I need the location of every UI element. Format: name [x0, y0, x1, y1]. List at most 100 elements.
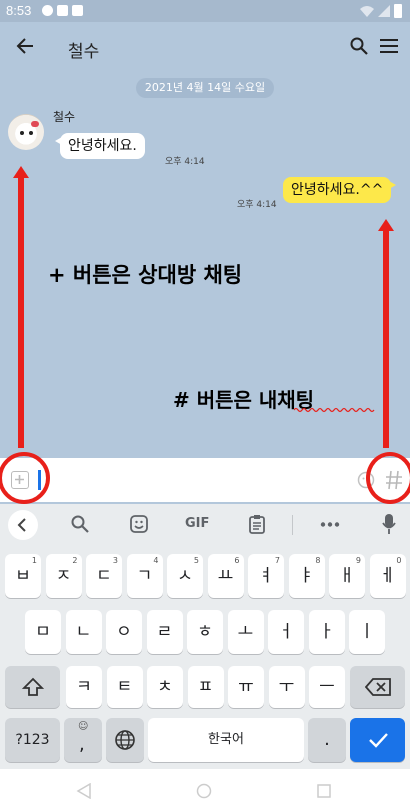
key-label: ㅜ — [278, 677, 295, 697]
incoming-timestamp: 오후 4:14 — [165, 157, 205, 167]
space-key[interactable]: 한국어 — [148, 718, 304, 762]
key-label: ㅇ — [116, 622, 132, 642]
navigation-bar — [0, 769, 410, 811]
key-number-hint: 6 — [234, 556, 240, 565]
letter-key[interactable]: ㅕ7 — [248, 554, 284, 598]
letter-key[interactable]: ㅎ — [187, 610, 223, 654]
more-options-icon[interactable] — [320, 522, 340, 527]
recents-nav-icon[interactable] — [316, 783, 332, 799]
chat-title: 철수 — [68, 42, 100, 62]
backspace-icon — [364, 678, 391, 696]
key-label: ㅕ — [258, 566, 274, 586]
key-label: ㅅ — [177, 566, 193, 586]
key-label: ㅗ — [237, 622, 254, 642]
key-label: ㅈ — [55, 566, 72, 586]
letter-key[interactable]: ㅏ — [308, 610, 345, 654]
avatar-eye — [20, 131, 24, 135]
search-icon[interactable] — [71, 515, 89, 533]
collapse-toolbar-button[interactable] — [8, 510, 38, 540]
key-number-hint: 7 — [274, 556, 280, 565]
period-key[interactable]: . — [308, 718, 346, 762]
key-label: ㄱ — [136, 566, 153, 586]
sdcard-icon — [72, 5, 83, 16]
comma-key[interactable]: ☺ , — [64, 718, 102, 762]
letter-key[interactable]: ㅜ — [268, 666, 305, 708]
shift-key[interactable] — [5, 666, 60, 708]
key-label: ㄷ — [96, 566, 112, 586]
key-label: ㅍ — [197, 677, 214, 697]
key-label: ㅑ — [298, 566, 315, 586]
letter-key[interactable]: ㄴ — [65, 610, 102, 654]
incoming-message[interactable]: 안녕하세요. — [55, 133, 145, 159]
clipboard-icon[interactable] — [249, 514, 265, 534]
chevron-left-icon — [17, 518, 26, 532]
letter-key[interactable]: ㅊ — [147, 666, 183, 708]
comma-label: , — [79, 734, 85, 755]
letter-key[interactable]: ㅐ9 — [329, 554, 365, 598]
letter-key[interactable]: ㅁ — [25, 610, 61, 654]
search-icon[interactable] — [350, 37, 368, 55]
check-icon — [368, 733, 388, 748]
letter-key[interactable]: ㅣ — [349, 610, 385, 654]
avatar-eye — [29, 131, 33, 135]
letter-key[interactable]: ㅔ0 — [369, 554, 406, 598]
key-label: ㅠ — [238, 677, 254, 697]
letter-key[interactable]: ㅠ — [228, 666, 264, 708]
letter-key[interactable]: ㄱ4 — [126, 554, 163, 598]
emoji-hint: ☺ — [78, 721, 89, 732]
key-label: ㅎ — [197, 622, 213, 642]
letter-key[interactable]: ㅌ — [106, 666, 143, 708]
key-number-hint: 9 — [355, 556, 361, 565]
home-nav-icon[interactable] — [196, 783, 212, 799]
key-label: ㅁ — [35, 622, 51, 642]
signal-icon — [378, 5, 390, 17]
key-number-hint: 2 — [72, 556, 78, 565]
key-label: ㅊ — [157, 677, 173, 697]
gif-button[interactable]: GIF — [185, 516, 209, 531]
back-nav-icon[interactable] — [76, 783, 92, 799]
letter-key[interactable]: ㅗ — [227, 610, 264, 654]
shift-icon — [21, 677, 44, 696]
letter-key[interactable]: ㅈ2 — [45, 554, 82, 598]
annotation-arrow-right — [383, 229, 389, 448]
avatar[interactable] — [8, 114, 44, 150]
letter-key[interactable]: ㅡ — [309, 666, 345, 708]
outgoing-message[interactable]: 안녕하세요.^^ — [283, 177, 397, 203]
avatar-bow — [31, 121, 39, 127]
key-label: ㅏ — [318, 622, 335, 642]
notification-icon — [57, 5, 68, 16]
key-number-hint: 1 — [31, 556, 37, 565]
letter-key[interactable]: ㄹ — [146, 610, 183, 654]
status-bar: 8:53 — [0, 0, 410, 22]
key-number-hint: 3 — [112, 556, 118, 565]
letter-key[interactable]: ㅇ — [106, 610, 142, 654]
symbols-key[interactable]: ?123 — [5, 718, 60, 762]
letter-key[interactable]: ㅂ1 — [5, 554, 41, 598]
back-arrow-icon[interactable] — [16, 38, 34, 54]
status-time: 8:53 — [6, 3, 32, 18]
letter-key[interactable]: ㅑ8 — [288, 554, 325, 598]
letter-key[interactable]: ㅋ — [66, 666, 102, 708]
letter-key[interactable]: ㅛ6 — [207, 554, 244, 598]
backspace-key[interactable] — [350, 666, 405, 708]
key-label: ㅔ — [379, 566, 396, 586]
annotation-circle-hash — [366, 452, 410, 504]
menu-icon[interactable] — [380, 39, 398, 53]
letter-key[interactable]: ㄷ3 — [86, 554, 122, 598]
microphone-icon[interactable] — [382, 513, 396, 535]
key-label: ㅛ — [217, 566, 234, 586]
notification-icon — [42, 5, 53, 16]
letter-key[interactable]: ㅍ — [187, 666, 224, 708]
language-key[interactable] — [106, 718, 144, 762]
date-chip: 2021년 4월 14일 수요일 — [136, 78, 274, 98]
app-bar: 철수 — [0, 22, 410, 72]
annotation-note-right: # 버튼은 내채팅 — [173, 388, 315, 412]
key-label: ㅓ — [278, 622, 294, 642]
sticker-icon[interactable] — [130, 515, 148, 533]
enter-key[interactable] — [350, 718, 405, 762]
message-input[interactable] — [42, 462, 352, 498]
toolbar-divider — [292, 515, 293, 535]
letter-key[interactable]: ㅅ5 — [167, 554, 203, 598]
letter-key[interactable]: ㅓ — [268, 610, 304, 654]
wifi-icon — [360, 6, 374, 17]
